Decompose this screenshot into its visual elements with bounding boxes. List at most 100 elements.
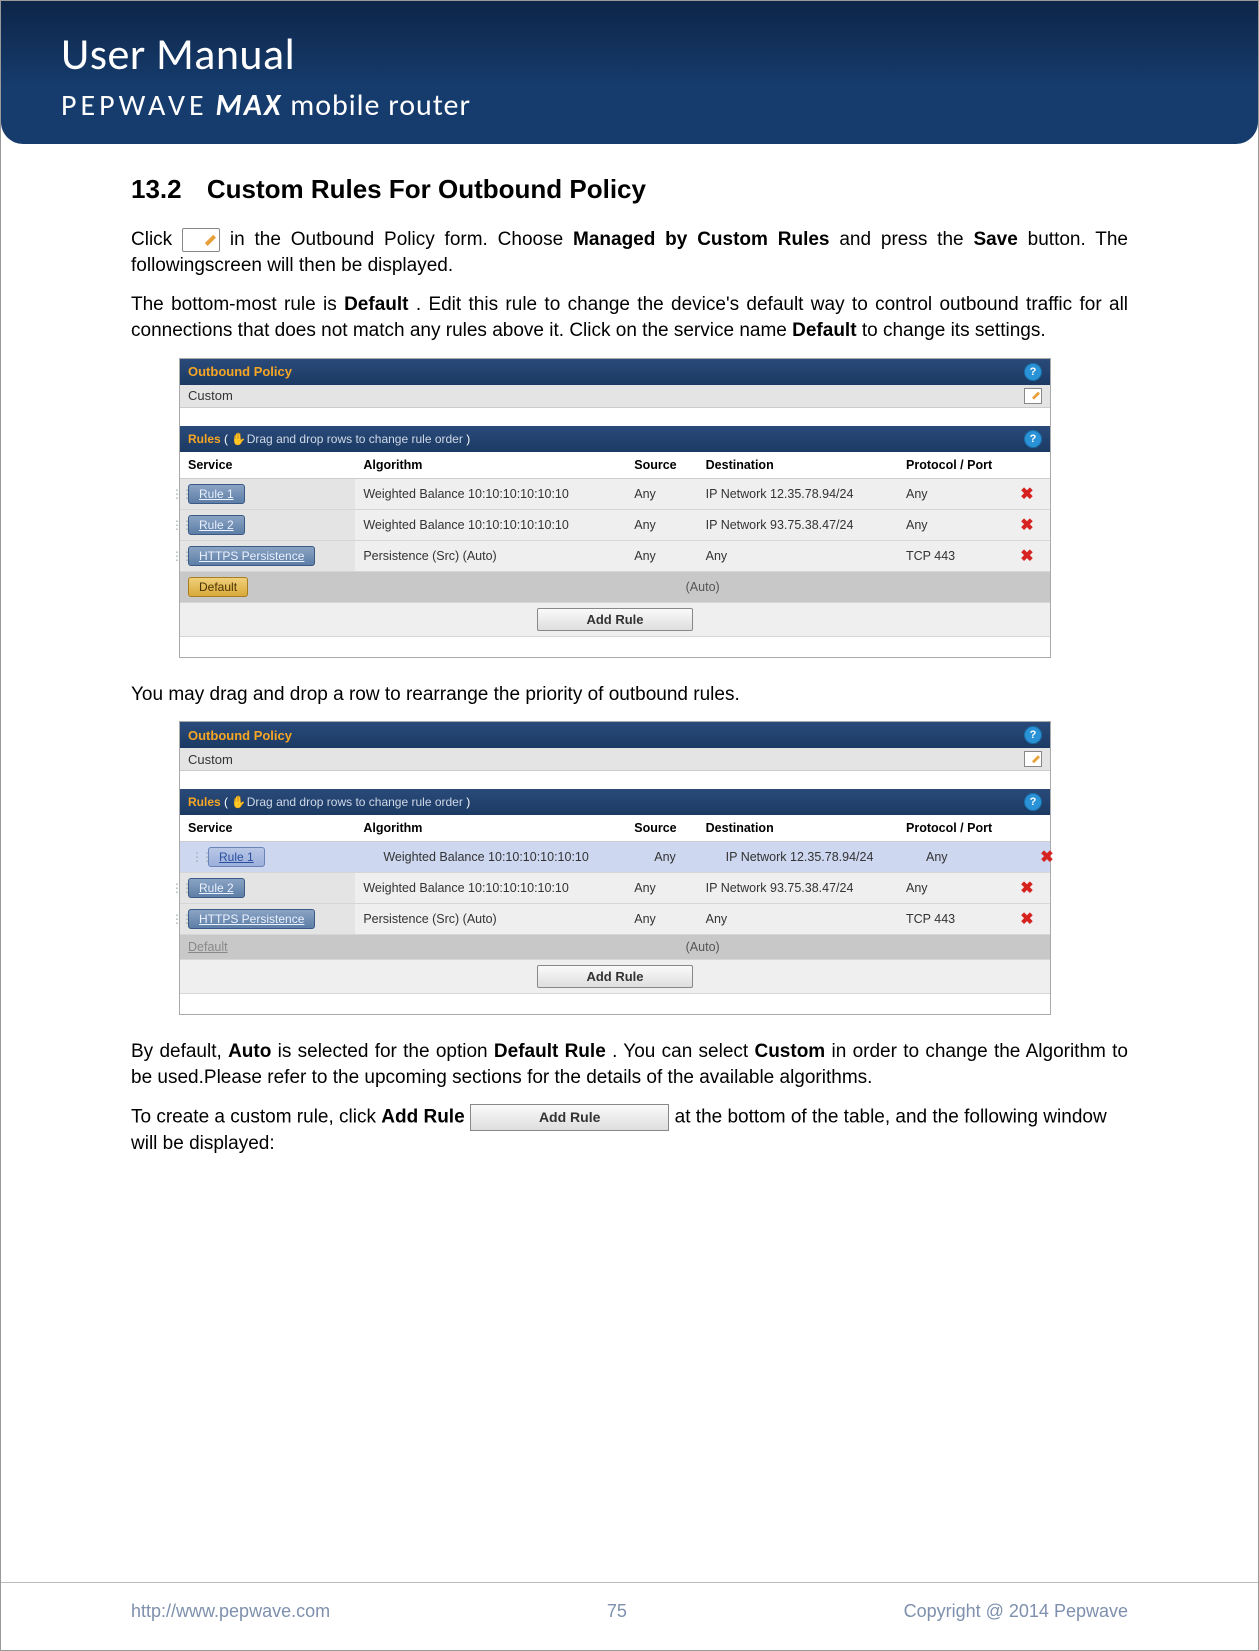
default-rule-button[interactable]: Default — [188, 577, 248, 597]
cell-protocol: Any — [898, 509, 1004, 540]
table-row-dragging[interactable]: Rule 1 Weighted Balance 10:10:10:10:10:1… — [180, 842, 1050, 873]
delete-icon[interactable]: ✖ — [1012, 484, 1042, 504]
table-header-row: Service Algorithm Source Destination Pro… — [180, 452, 1050, 479]
product-tail: mobile router — [290, 87, 471, 124]
cell-source: Any — [626, 904, 697, 935]
rules-title-bar: Rules ( ✋ Drag and drop rows to change r… — [180, 426, 1050, 452]
rule-link[interactable]: Rule 2 — [188, 878, 245, 898]
footer-copyright: Copyright @ 2014 Pepwave — [904, 1601, 1128, 1622]
add-rule-button-inline[interactable]: Add Rule — [470, 1104, 669, 1131]
rules-label: Rules — [188, 795, 221, 809]
rule-link[interactable]: HTTPS Persistence — [188, 546, 315, 566]
cell-algorithm: Weighted Balance 10:10:10:10:10:10 — [355, 873, 626, 904]
default-rule-label[interactable]: Default — [180, 935, 355, 960]
rules-hint: Drag and drop rows to change rule order — [247, 432, 463, 446]
cell-destination: Any — [698, 540, 898, 571]
table-row[interactable]: HTTPS Persistence Persistence (Src) (Aut… — [180, 904, 1050, 935]
col-delete — [1004, 815, 1050, 842]
paragraph-3: You may drag and drop a row to rearrange… — [131, 682, 1128, 708]
cell-destination: Any — [698, 904, 898, 935]
table-row[interactable]: Rule 2 Weighted Balance 10:10:10:10:10:1… — [180, 509, 1050, 540]
default-auto: (Auto) — [355, 571, 1050, 602]
screenshot-outbound-policy-1: Outbound Policy ? Custom Rules ( ✋ Drag … — [179, 358, 1051, 658]
page-content: 13.2 Custom Rules For Outbound Policy Cl… — [1, 144, 1258, 1157]
rules-title-bar: Rules ( ✋ Drag and drop rows to change r… — [180, 789, 1050, 815]
col-source: Source — [626, 815, 697, 842]
table-header-row: Service Algorithm Source Destination Pro… — [180, 815, 1050, 842]
rules-table-dragging: Service Algorithm Source Destination Pro… — [180, 815, 1050, 994]
cell-protocol: TCP 443 — [898, 904, 1004, 935]
cell-protocol: TCP 443 — [898, 540, 1004, 571]
col-service: Service — [180, 452, 355, 479]
delete-icon[interactable]: ✖ — [1012, 909, 1042, 929]
header-subtitle: PEPWAVE MAX mobile router — [61, 87, 1198, 124]
cell-protocol: Any — [898, 873, 1004, 904]
rules-table: Service Algorithm Source Destination Pro… — [180, 452, 1050, 637]
delete-icon[interactable]: ✖ — [1012, 546, 1042, 566]
col-delete — [1004, 452, 1050, 479]
col-algorithm: Algorithm — [355, 815, 626, 842]
col-protocol: Protocol / Port — [898, 815, 1004, 842]
edit-icon[interactable] — [1024, 751, 1042, 767]
table-row[interactable]: Rule 1 Weighted Balance 10:10:10:10:10:1… — [180, 478, 1050, 509]
default-row[interactable]: Default (Auto) — [180, 571, 1050, 602]
edit-icon[interactable] — [1024, 388, 1042, 404]
panel-title-outbound: Outbound Policy ? — [180, 359, 1050, 385]
help-icon[interactable]: ? — [1024, 726, 1042, 744]
document-header: User Manual PEPWAVE MAX mobile router — [1, 1, 1258, 144]
delete-icon[interactable]: ✖ — [1012, 878, 1042, 898]
paragraph-4: By default, Auto is selected for the opt… — [131, 1039, 1128, 1090]
default-row[interactable]: Default (Auto) — [180, 935, 1050, 960]
custom-row: Custom — [180, 748, 1050, 771]
rule-link[interactable]: Rule 2 — [188, 515, 245, 535]
paragraph-5: To create a custom rule, click Add Rule … — [131, 1104, 1128, 1157]
cell-source: Any — [626, 509, 697, 540]
product-max: MAX — [216, 87, 283, 124]
delete-icon[interactable]: ✖ — [1012, 515, 1042, 535]
cell-algorithm: Weighted Balance 10:10:10:10:10:10 — [355, 509, 626, 540]
cell-source: Any — [654, 850, 676, 864]
footer-page-number: 75 — [607, 1601, 627, 1622]
table-row[interactable]: Rule 2 Weighted Balance 10:10:10:10:10:1… — [180, 873, 1050, 904]
custom-row: Custom — [180, 385, 1050, 408]
rule-link[interactable]: Rule 1 — [188, 484, 245, 504]
default-auto: (Auto) — [355, 935, 1050, 960]
edit-icon — [182, 228, 220, 252]
cell-destination: IP Network 93.75.38.47/24 — [698, 509, 898, 540]
cell-source: Any — [626, 478, 697, 509]
rule-link[interactable]: HTTPS Persistence — [188, 909, 315, 929]
delete-icon[interactable]: ✖ — [1032, 847, 1062, 867]
add-rule-button[interactable]: Add Rule — [537, 965, 692, 988]
col-algorithm: Algorithm — [355, 452, 626, 479]
footer-url: http://www.pepwave.com — [131, 1601, 330, 1622]
add-rule-button[interactable]: Add Rule — [537, 608, 692, 631]
panel-title-outbound: Outbound Policy ? — [180, 722, 1050, 748]
rules-label: Rules — [188, 432, 221, 446]
add-rule-row: Add Rule — [180, 960, 1050, 994]
cell-algorithm: Weighted Balance 10:10:10:10:10:10 — [355, 478, 626, 509]
col-destination: Destination — [698, 815, 898, 842]
cell-protocol: Any — [926, 850, 948, 864]
paragraph-2: The bottom-most rule is Default . Edit t… — [131, 292, 1128, 343]
col-service: Service — [180, 815, 355, 842]
table-row[interactable]: HTTPS Persistence Persistence (Src) (Aut… — [180, 540, 1050, 571]
cell-algorithm: Persistence (Src) (Auto) — [355, 540, 626, 571]
col-destination: Destination — [698, 452, 898, 479]
cell-source: Any — [626, 540, 697, 571]
screenshot-outbound-policy-2: Outbound Policy ? Custom Rules ( ✋ Drag … — [179, 721, 1051, 1015]
rule-link[interactable]: Rule 1 — [208, 847, 265, 867]
rules-hint: Drag and drop rows to change rule order — [247, 795, 463, 809]
help-icon[interactable]: ? — [1024, 793, 1042, 811]
col-protocol: Protocol / Port — [898, 452, 1004, 479]
panel-title-label: Outbound Policy — [188, 364, 292, 379]
section-title: Custom Rules For Outbound Policy — [207, 174, 646, 204]
cell-destination: IP Network 12.35.78.94/24 — [698, 478, 898, 509]
help-icon[interactable]: ? — [1024, 363, 1042, 381]
cell-destination: IP Network 12.35.78.94/24 — [726, 850, 874, 864]
panel-title-label: Outbound Policy — [188, 728, 292, 743]
add-rule-row: Add Rule — [180, 602, 1050, 636]
brand-name: PEPWAVE — [61, 87, 208, 124]
col-source: Source — [626, 452, 697, 479]
cell-destination: IP Network 93.75.38.47/24 — [698, 873, 898, 904]
help-icon[interactable]: ? — [1024, 430, 1042, 448]
